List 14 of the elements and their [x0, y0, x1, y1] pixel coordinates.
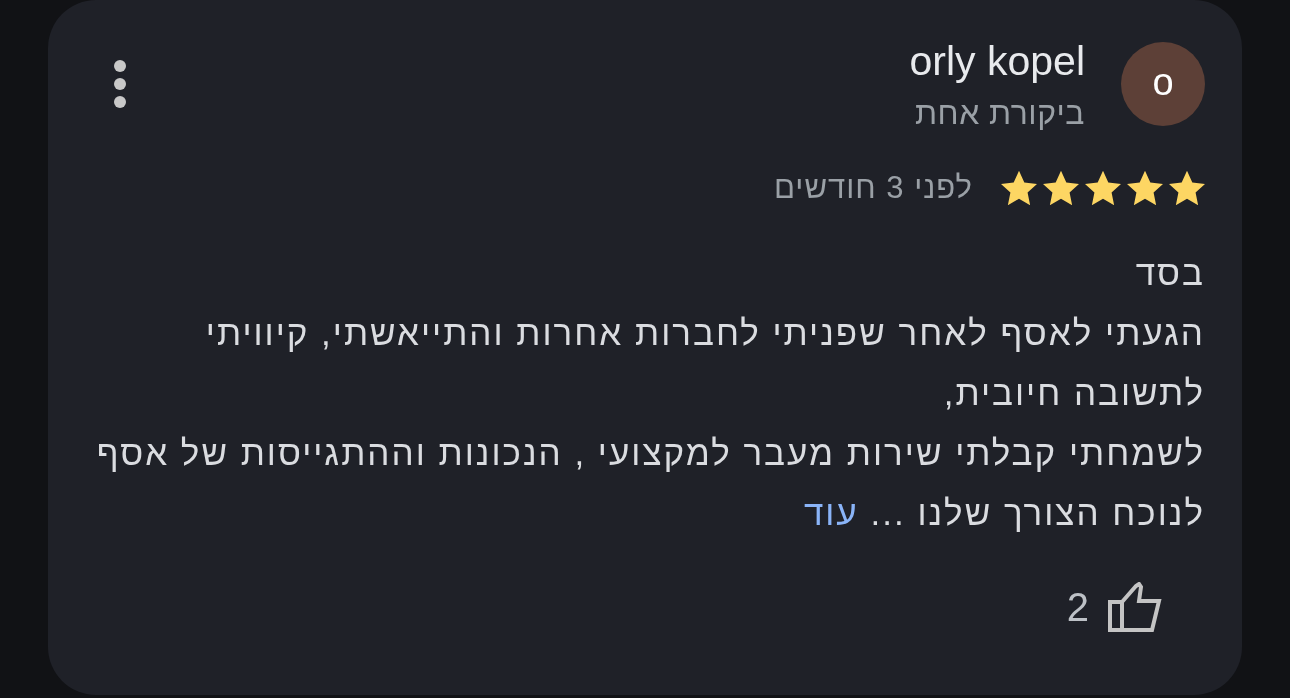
review-date: לפני 3 חודשים: [773, 170, 973, 206]
star-icon: [1085, 170, 1121, 206]
thumbs-up-icon: [1108, 582, 1162, 632]
avatar: o: [1121, 42, 1205, 126]
star-icon: [1043, 170, 1079, 206]
star-icon: [1001, 170, 1037, 206]
more-link[interactable]: עוד: [803, 493, 859, 532]
star-icon: [1169, 170, 1205, 206]
review-count: ביקורת אחת: [913, 94, 1085, 132]
like-button[interactable]: 2: [1054, 574, 1174, 640]
star-icon: [1127, 170, 1163, 206]
review-text: בסד הגעתי לאסף לאחר שפניתי לחברות אחרות והתייאשתי, קיוויתי לתשובה חיובית, לשמחתי קבלתי שירות מעבר למקצועי , הנכונות וההתגייסות של אסף לנוכח הצורך שלנו ... עוד: [95, 252, 1205, 534]
more-options-icon: [114, 60, 126, 108]
reviewer-name: orly kopel: [909, 37, 1085, 85]
